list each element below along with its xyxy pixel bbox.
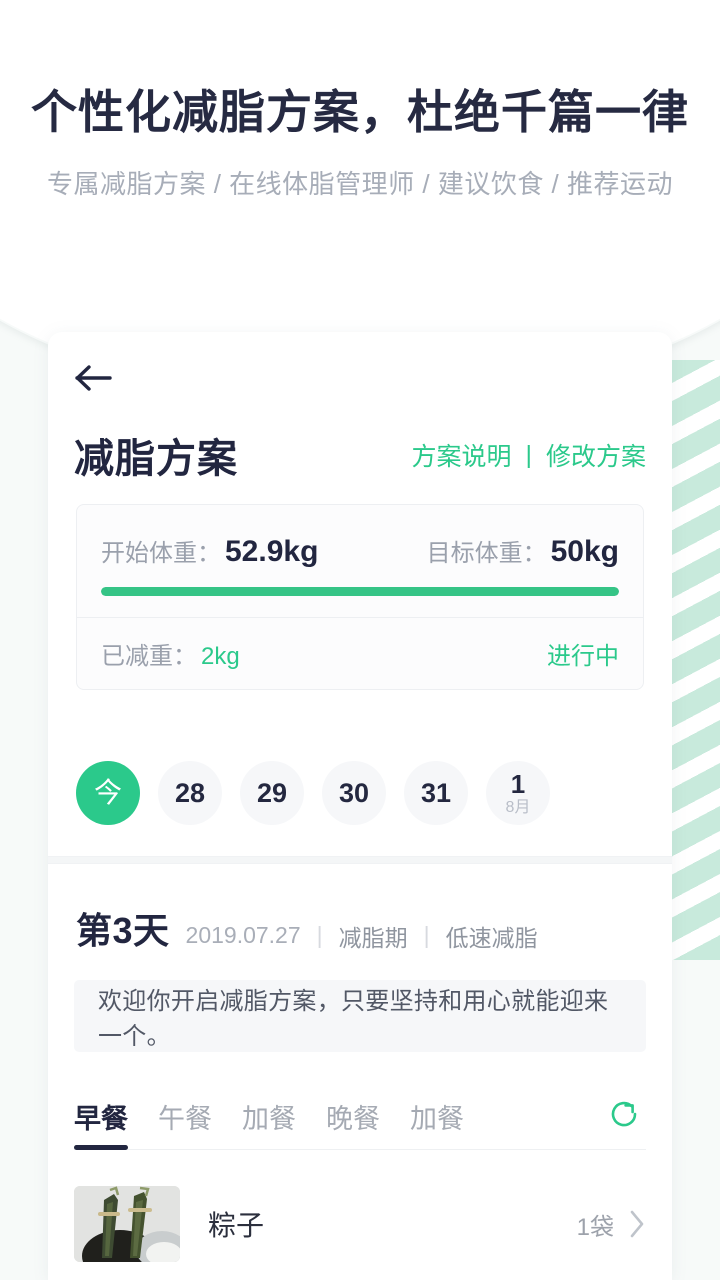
date-cell-28[interactable]: 28 bbox=[158, 761, 222, 825]
diagonal-stripe-decoration bbox=[672, 360, 720, 960]
start-weight-value: 52.9kg bbox=[225, 535, 319, 568]
weight-progress-track bbox=[101, 587, 619, 596]
date-cell-31[interactable]: 31 bbox=[404, 761, 468, 825]
weight-progress-top: 开始体重： 52.9kg 目标体重： 50kg bbox=[77, 505, 643, 617]
back-button[interactable] bbox=[74, 350, 130, 406]
food-row-right: 1袋 bbox=[577, 1207, 646, 1242]
start-weight-label: 开始体重： bbox=[101, 540, 221, 567]
tab-snack-1[interactable]: 加餐 bbox=[242, 1084, 296, 1150]
tab-breakfast[interactable]: 早餐 bbox=[74, 1084, 128, 1150]
target-weight-value: 50kg bbox=[550, 535, 619, 568]
date-cell-30[interactable]: 30 bbox=[322, 761, 386, 825]
list-item[interactable]: 粽子 1袋 bbox=[74, 1168, 646, 1280]
arrow-left-icon bbox=[74, 363, 114, 393]
welcome-note-text: 欢迎你开启减脂方案，只要坚持和用心就能迎来一个。 bbox=[98, 988, 609, 1050]
date-cell-label: 29 bbox=[256, 777, 288, 808]
tab-lunch[interactable]: 午餐 bbox=[158, 1084, 212, 1150]
tab-dinner[interactable]: 晚餐 bbox=[326, 1084, 380, 1150]
weight-progress-bottom: 已减重： 2kg 进行中 bbox=[77, 617, 643, 689]
section-divider bbox=[48, 856, 672, 864]
title-actions: 方案说明 | 修改方案 bbox=[411, 437, 646, 473]
plan-explain-link[interactable]: 方案说明 bbox=[411, 437, 511, 473]
plan-modify-link[interactable]: 修改方案 bbox=[546, 437, 646, 473]
promo-header: 个性化减脂方案，杜绝千篇一律 专属减脂方案 / 在线体脂管理师 / 建议饮食 /… bbox=[0, 0, 720, 228]
date-cell-month: 8月 bbox=[505, 798, 531, 816]
food-name: 粽子 bbox=[208, 1210, 265, 1241]
promo-title: 个性化减脂方案，杜绝千篇一律 bbox=[31, 86, 689, 138]
day-phase: 减脂期 bbox=[338, 924, 408, 951]
day-rate: 低速减脂 bbox=[445, 924, 538, 951]
card-title-row: 减脂方案 方案说明 | 修改方案 bbox=[74, 424, 646, 486]
target-weight-label: 目标体重： bbox=[426, 540, 547, 567]
date-cell-label: 31 bbox=[420, 777, 452, 808]
date-cell-today[interactable]: 今 bbox=[76, 761, 140, 825]
weight-progress-box: 开始体重： 52.9kg 目标体重： 50kg 已减重： 2kg 进行中 bbox=[76, 504, 644, 690]
date-cell-label: 30 bbox=[338, 777, 370, 808]
date-cell-label: 28 bbox=[174, 777, 206, 808]
weight-values-row: 开始体重： 52.9kg 目标体重： 50kg bbox=[101, 533, 619, 569]
date-cell-label: 1 bbox=[510, 768, 526, 799]
page-title: 减脂方案 bbox=[74, 437, 238, 481]
day-info-row: 第3天 2019.07.27 | 减脂期 | 低速减脂 bbox=[76, 902, 644, 954]
food-thumbnail bbox=[74, 1186, 180, 1262]
date-cell-label: 今 bbox=[93, 777, 122, 808]
promo-subtitle: 专属减脂方案 / 在线体脂管理师 / 建议饮食 / 推荐运动 bbox=[46, 169, 673, 199]
plan-card: 减脂方案 方案说明 | 修改方案 开始体重： 52.9kg 目标体重： 50kg bbox=[48, 332, 672, 1280]
meta-divider: | bbox=[423, 922, 430, 948]
refresh-icon bbox=[607, 1097, 641, 1136]
reduced-weight-value: 2kg bbox=[201, 643, 240, 670]
reduced-weight-label: 已减重： bbox=[101, 643, 197, 670]
target-weight-group: 目标体重： 50kg bbox=[427, 533, 619, 569]
tab-snack-2[interactable]: 加餐 bbox=[410, 1084, 464, 1150]
date-selector: 今 28 29 30 31 1 8月 bbox=[76, 746, 656, 840]
day-meta: 2019.07.27 | 减脂期 | 低速减脂 bbox=[186, 919, 538, 953]
refresh-button[interactable] bbox=[602, 1095, 646, 1139]
day-date: 2019.07.27 bbox=[185, 922, 301, 948]
date-cell-aug-1[interactable]: 1 8月 bbox=[486, 761, 550, 825]
welcome-note: 欢迎你开启减脂方案，只要坚持和用心就能迎来一个。 bbox=[74, 980, 646, 1052]
meta-divider: | bbox=[316, 922, 323, 948]
reduced-weight-group: 已减重： 2kg bbox=[101, 636, 240, 671]
status-badge: 进行中 bbox=[547, 643, 619, 670]
date-cell-29[interactable]: 29 bbox=[240, 761, 304, 825]
start-weight-group: 开始体重： 52.9kg bbox=[101, 533, 318, 569]
chevron-right-icon bbox=[628, 1209, 646, 1239]
meal-tabs: 早餐 午餐 加餐 晚餐 加餐 bbox=[74, 1084, 646, 1150]
food-quantity: 1袋 bbox=[576, 1213, 614, 1241]
weight-progress-fill bbox=[101, 587, 619, 596]
action-separator: | bbox=[525, 440, 532, 469]
day-counter-title: 第3天 bbox=[76, 910, 170, 951]
